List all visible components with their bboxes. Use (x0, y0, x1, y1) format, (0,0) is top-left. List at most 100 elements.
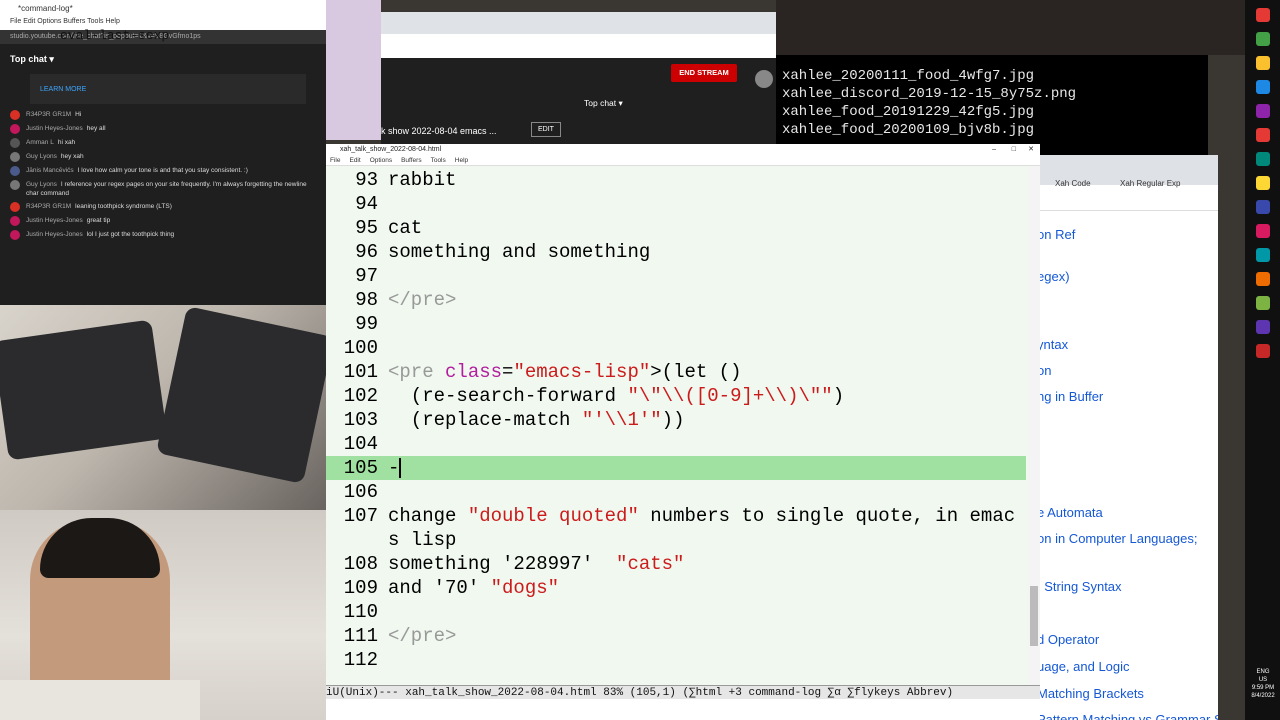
menu-item-file[interactable]: File (330, 157, 340, 164)
page-link[interactable]: e Automata (1037, 505, 1103, 520)
menu-item-help[interactable]: Help (455, 157, 468, 164)
minimize-icon[interactable]: – (992, 144, 996, 156)
chat-text: lol I just got the toothpick thing (86, 231, 175, 238)
chat-author[interactable]: Justin Heyes-Jones (26, 125, 83, 132)
code-line[interactable]: 111 </pre> (326, 624, 457, 648)
page-link[interactable]: on Ref (1037, 227, 1075, 242)
code-line[interactable]: 100 (326, 336, 388, 360)
chat-message[interactable]: R34P3R GR1M leaning toothpick syndrome (L… (0, 200, 326, 214)
close-icon[interactable]: ✕ (1028, 144, 1034, 156)
taskbar-app-icon[interactable] (1256, 56, 1270, 70)
code-line[interactable]: 107 change "double quoted" numbers to sin… (326, 504, 1015, 528)
chat-author[interactable]: R34P3R GR1M (26, 203, 71, 210)
taskbar-app-icon[interactable] (1256, 128, 1270, 142)
code-line[interactable]: 97 (326, 264, 388, 288)
page-link[interactable]: d Operator (1037, 632, 1099, 647)
code-line[interactable]: 112 (326, 648, 388, 672)
xah-browser-window: Xah Code Xah Regular Exp on Ref egex) ynta… (1035, 155, 1218, 720)
emacs-buffer[interactable]: 93 rabbit 94 95 cat 96 something and something… (326, 166, 1028, 687)
code-line[interactable]: 105- (326, 456, 1026, 480)
taskbar-app-icon[interactable] (1256, 152, 1270, 166)
end-stream-button[interactable]: END STREAM (671, 64, 737, 82)
taskbar-app-icon[interactable] (1256, 320, 1270, 334)
avatar[interactable] (10, 152, 20, 162)
scrollbar-thumb[interactable] (1030, 586, 1038, 646)
chat-author[interactable]: Justin Heyes-Jones (26, 231, 83, 238)
chat-message[interactable]: Guy Lyons hey xah (0, 150, 326, 164)
code-line[interactable]: 94 (326, 192, 388, 216)
code-line[interactable]: 96 something and something (326, 240, 650, 264)
taskbar-app-icon[interactable] (1256, 296, 1270, 310)
chat-message[interactable]: Justin Heyes-Jones hey all (0, 122, 326, 136)
avatar[interactable] (10, 110, 20, 120)
code-line[interactable]: 95 cat (326, 216, 422, 240)
avatar[interactable] (755, 70, 773, 88)
code-line[interactable]: 99 (326, 312, 388, 336)
page-link[interactable]: ng in Buffer (1037, 389, 1103, 404)
taskbar-app-icon[interactable] (1256, 32, 1270, 46)
avatar[interactable] (10, 180, 20, 190)
taskbar-app-icon[interactable] (1256, 200, 1270, 214)
menu-item-buffers[interactable]: Buffers (401, 157, 421, 164)
avatar[interactable] (10, 202, 20, 212)
code-line[interactable]: 109 and '70' "dogs" (326, 576, 559, 600)
line-text: and '70' "dogs" (388, 577, 560, 599)
chat-author[interactable]: Justin Heyes-Jones (26, 217, 83, 224)
menu-item-options[interactable]: Options (370, 157, 392, 164)
chat-author[interactable]: Jānis Mancēvičs (26, 167, 74, 174)
menu-item-edit[interactable]: Edit (349, 157, 360, 164)
taskbar-app-icon[interactable] (1256, 104, 1270, 118)
avatar[interactable] (10, 124, 20, 134)
code-line[interactable]: 106 (326, 480, 388, 504)
tab-xah-regex[interactable]: Xah Regular Exp (1120, 179, 1180, 188)
chat-author[interactable]: Guy Lyons (26, 153, 57, 160)
chat-author[interactable]: Guy Lyons (26, 181, 57, 188)
taskbar-app-icon[interactable] (1256, 8, 1270, 22)
learn-more-link[interactable]: LEARN MORE (40, 86, 86, 93)
taskbar-app-icon[interactable] (1256, 344, 1270, 358)
code-line[interactable]: 110 (326, 600, 388, 624)
avatar[interactable] (10, 138, 20, 148)
emacs-scrollbar[interactable] (1028, 166, 1040, 687)
page-link[interactable]: Pattern Matching vs Grammar Specificatio… (1037, 712, 1218, 720)
chat-message[interactable]: R34P3R GR1M Hi (0, 108, 326, 122)
chat-message[interactable]: Guy Lyons I reference your regex pages on… (0, 178, 326, 200)
chat-message[interactable]: Justin Heyes-Jones lol I just got the too… (0, 228, 326, 242)
taskbar-app-icon[interactable] (1256, 80, 1270, 94)
taskbar-app-icon[interactable] (1256, 176, 1270, 190)
page-link[interactable]: on in Computer Languages; (1037, 531, 1197, 546)
avatar[interactable] (10, 166, 20, 176)
page-link[interactable]: egex) (1037, 269, 1070, 284)
code-line[interactable]: 108 something '228997' "cats" (326, 552, 685, 576)
studio-top-chat[interactable]: Top chat ▾ (584, 98, 623, 109)
chat-message[interactable]: Justin Heyes-Jones great tip (0, 214, 326, 228)
menu-item-tools[interactable]: Tools (431, 157, 446, 164)
taskbar-app-icon[interactable] (1256, 224, 1270, 238)
taskbar-app-icon[interactable] (1256, 248, 1270, 262)
keyboard-left (0, 319, 168, 461)
edit-button[interactable]: EDIT (531, 122, 561, 137)
page-link[interactable]: Matching Brackets (1037, 686, 1144, 701)
code-line[interactable]: s lisp (326, 528, 456, 552)
chat-text: hey all (86, 125, 106, 132)
code-line[interactable]: 103 (replace-match "'\\1'")) (326, 408, 685, 432)
avatar[interactable] (10, 230, 20, 240)
chat-top-chat-dropdown[interactable]: Top chat ▾ (0, 44, 326, 74)
page-link[interactable]: yntax (1037, 337, 1068, 352)
code-line[interactable]: 93 rabbit (326, 168, 456, 192)
code-line[interactable]: 104 (326, 432, 388, 456)
page-link[interactable]: uage, and Logic (1037, 659, 1130, 674)
chat-author[interactable]: Amman L (26, 139, 54, 146)
code-line[interactable]: 101 <pre class="emacs-lisp">(let () (326, 360, 742, 384)
taskbar-app-icon[interactable] (1256, 272, 1270, 286)
code-line[interactable]: 102 (re-search-forward "\"\\([0-9]+\\)\"… (326, 384, 844, 408)
chat-message[interactable]: Amman Lhi xah (0, 136, 326, 150)
page-link[interactable]: : String Syntax (1037, 579, 1122, 594)
code-line[interactable]: 98 </pre> (326, 288, 456, 312)
taskbar-clock[interactable]: ENG US 9:59 PM 8/4/2022 (1248, 668, 1278, 700)
chat-author[interactable]: R34P3R GR1M (26, 111, 71, 118)
maximize-icon[interactable]: □ (1012, 144, 1016, 156)
avatar[interactable] (10, 216, 20, 226)
tab-xah-code[interactable]: Xah Code (1055, 179, 1091, 188)
chat-message[interactable]: Jānis Mancēvičs I love how calm your tone… (0, 164, 326, 178)
